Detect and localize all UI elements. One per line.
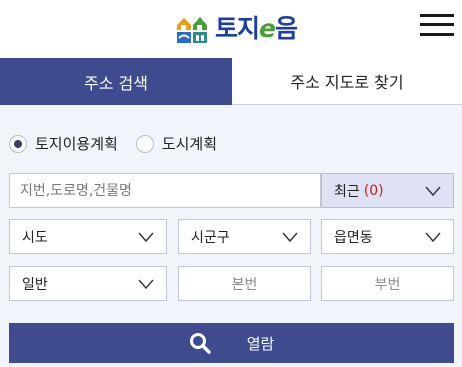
house-logo-icon <box>177 17 207 43</box>
logo[interactable]: 토지e음 <box>176 13 298 44</box>
radio-city-plan[interactable]: 도시계획 <box>135 133 218 154</box>
radio-unchecked-icon <box>135 134 154 153</box>
sigungu-select[interactable]: 시군구 <box>178 219 311 254</box>
radio-land-use-plan[interactable]: 토지이용계획 <box>9 133 118 154</box>
chevron-down-icon <box>425 186 441 197</box>
address-search-input[interactable] <box>9 173 321 208</box>
view-button[interactable]: 열람 <box>9 323 454 363</box>
land-type-value: 일반 <box>22 276 48 293</box>
recent-count: (0) <box>363 182 384 199</box>
chevron-down-icon <box>138 232 154 243</box>
sub-lot-placeholder: 부번 <box>374 276 401 293</box>
main-lot-number-input[interactable]: 본번 <box>178 266 311 301</box>
land-type-select[interactable]: 일반 <box>9 266 167 301</box>
radio-label: 도시계획 <box>161 135 218 153</box>
view-button-label: 열람 <box>246 334 275 353</box>
main-lot-placeholder: 본번 <box>231 276 258 293</box>
hamburger-menu-icon[interactable] <box>420 12 454 38</box>
chevron-down-icon <box>138 279 154 290</box>
chevron-down-icon <box>282 232 298 243</box>
search-panel: 토지이용계획 도시계획 최근 (0) 시도 시군구 읍면동 일반 본번 부번 <box>0 105 462 367</box>
recent-label: 최근 <box>334 183 360 200</box>
radio-label: 토지이용계획 <box>35 135 118 153</box>
tab-address-search[interactable]: 주소 검색 <box>0 58 232 105</box>
sido-value: 시도 <box>22 229 48 246</box>
radio-checked-icon <box>9 134 27 153</box>
logo-text: 토지e음 <box>215 14 298 43</box>
eupmyeondong-select[interactable]: 읍면동 <box>321 219 454 254</box>
app-header: 토지e음 <box>0 0 462 58</box>
sigungu-value: 시군구 <box>191 229 230 246</box>
sido-select[interactable]: 시도 <box>9 219 167 254</box>
plan-type-radio-group: 토지이용계획 도시계획 <box>9 133 235 154</box>
search-icon <box>189 333 211 354</box>
chevron-down-icon <box>425 232 441 243</box>
tab-map-search[interactable]: 주소 지도로 찾기 <box>232 58 462 105</box>
sub-lot-number-input[interactable]: 부번 <box>321 266 454 301</box>
eupmyeondong-value: 읍면동 <box>334 229 373 246</box>
search-tabs: 주소 검색 주소 지도로 찾기 <box>0 58 462 105</box>
recent-search-dropdown[interactable]: 최근 (0) <box>321 173 454 208</box>
